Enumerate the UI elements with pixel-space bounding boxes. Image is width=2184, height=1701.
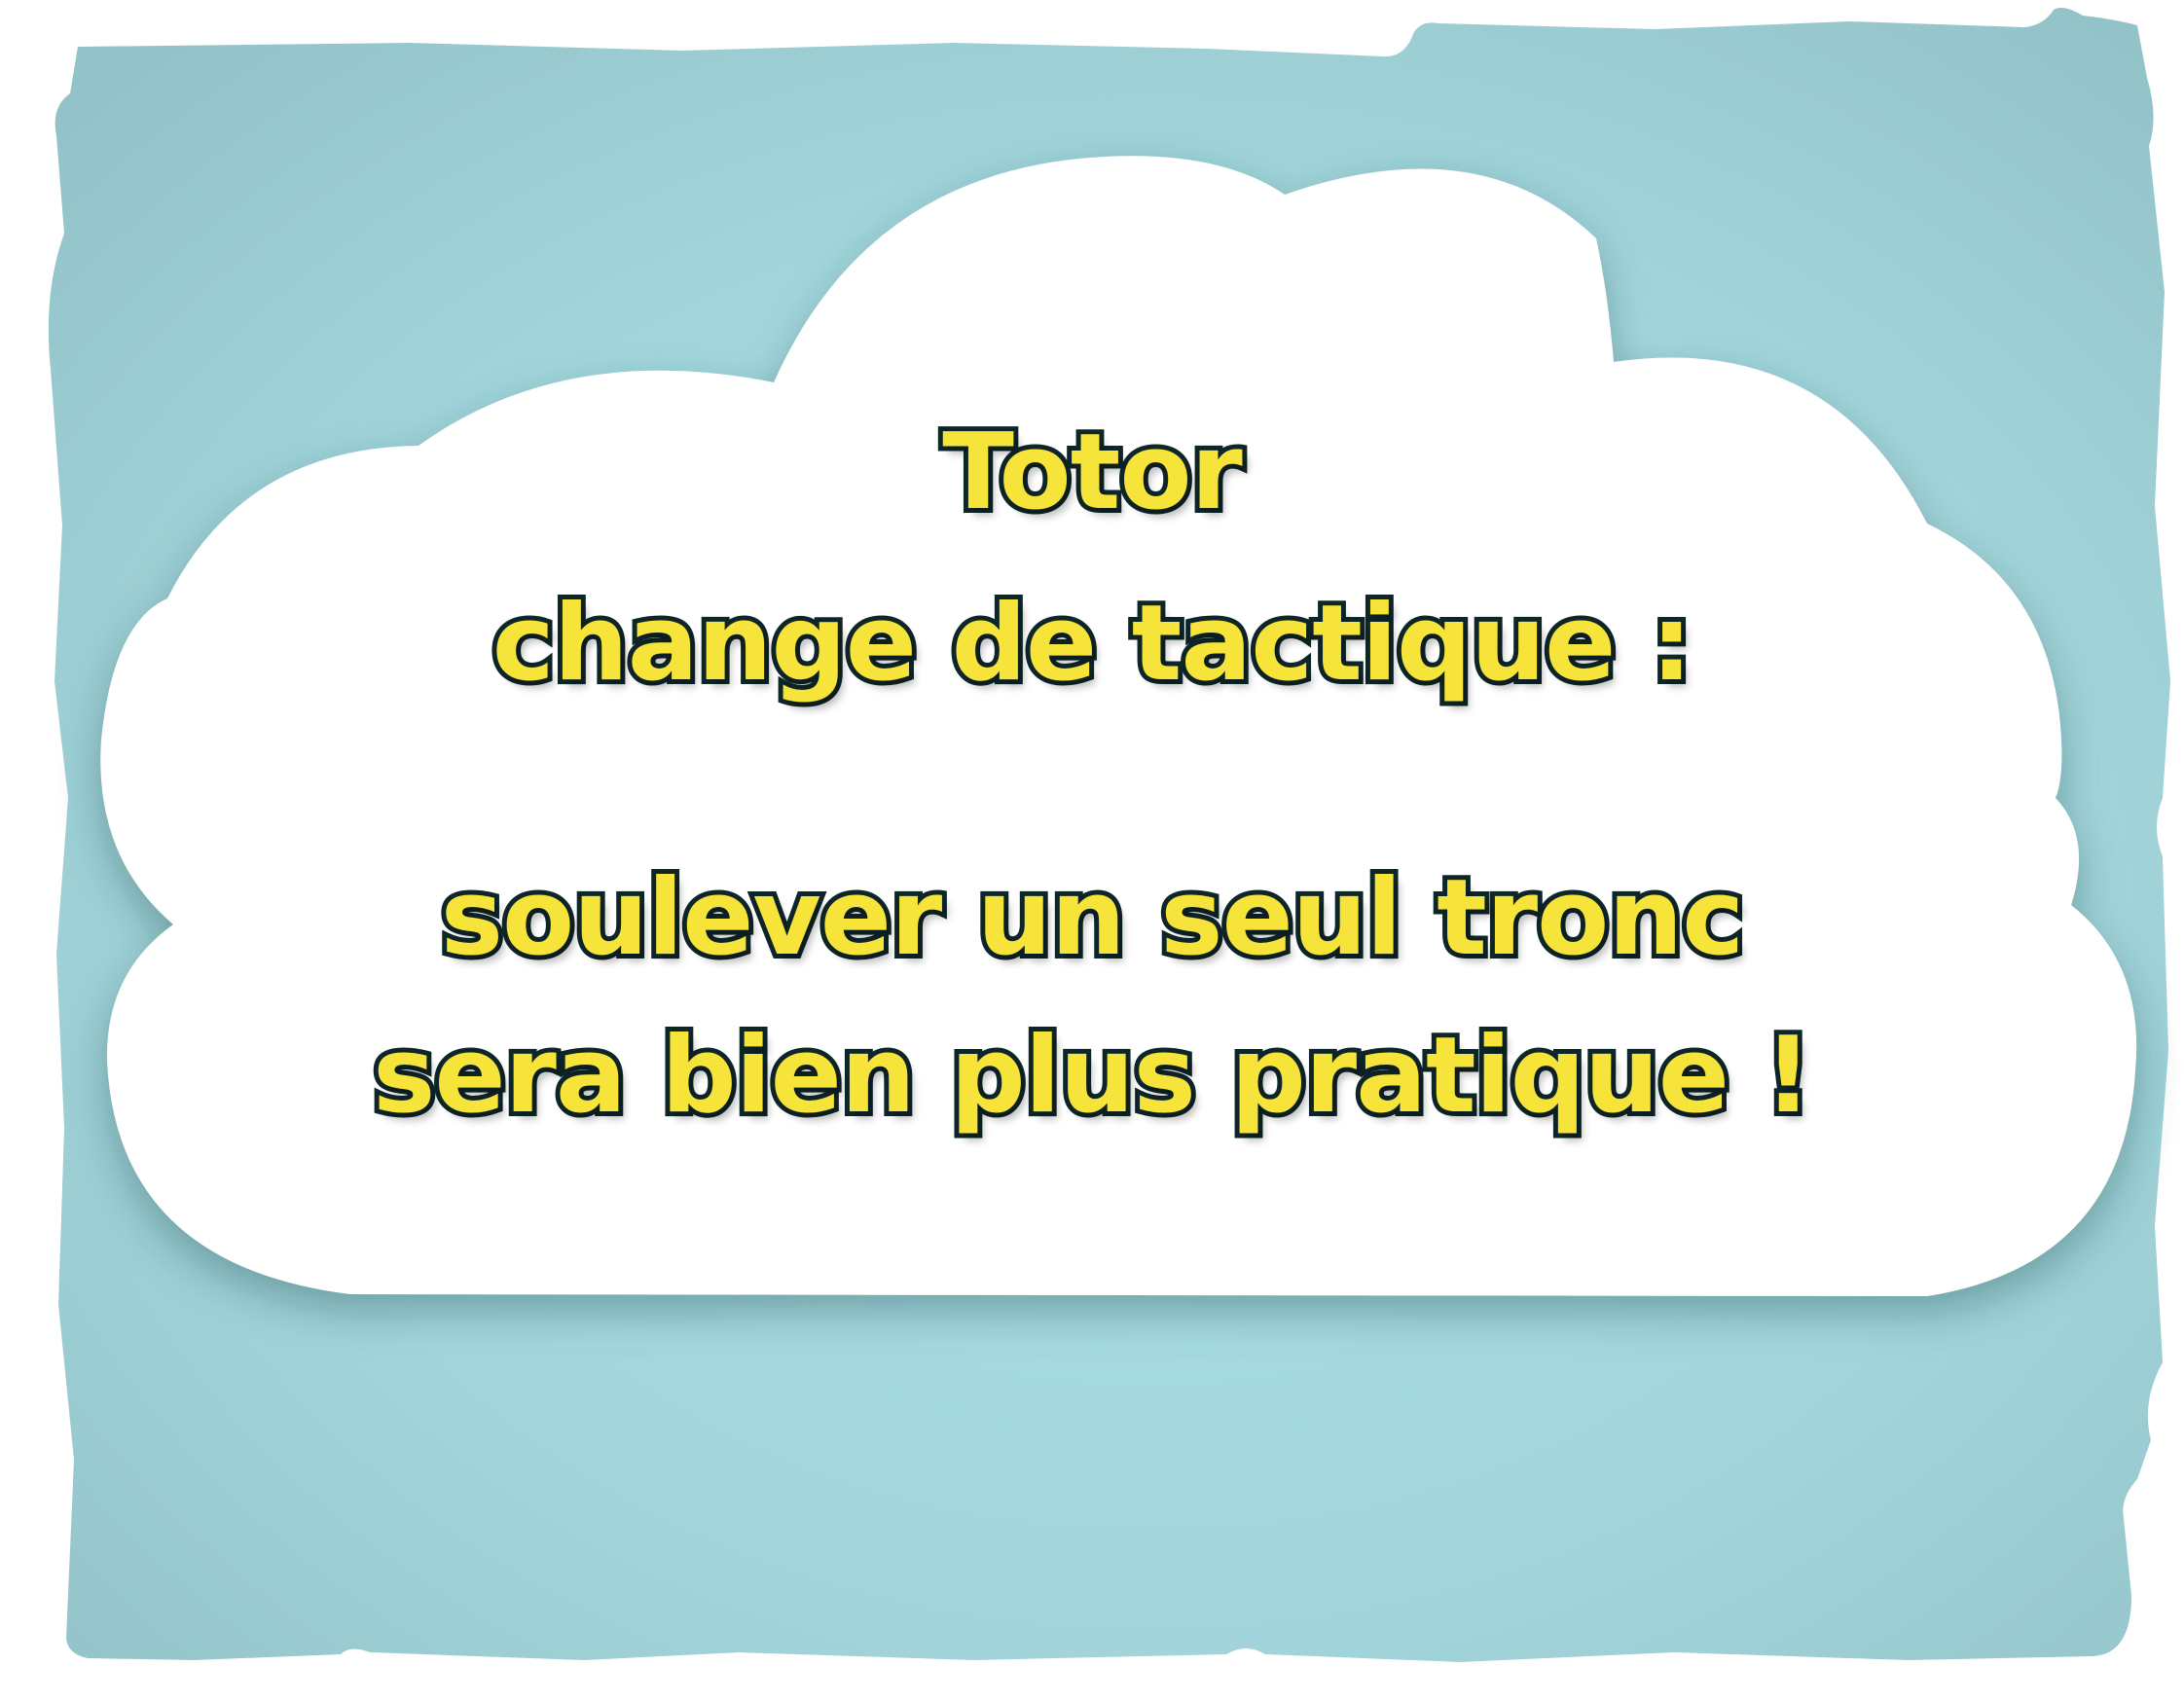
caption-line-1: Totor [937,412,1248,533]
caption-line-3: soulever un seul tronc [436,857,1750,979]
illustration-scene [48,8,2170,1662]
caption-line-4: sera bien plus pratique ! [368,1015,1817,1137]
caption-line-2: change de tactique : [488,583,1697,705]
